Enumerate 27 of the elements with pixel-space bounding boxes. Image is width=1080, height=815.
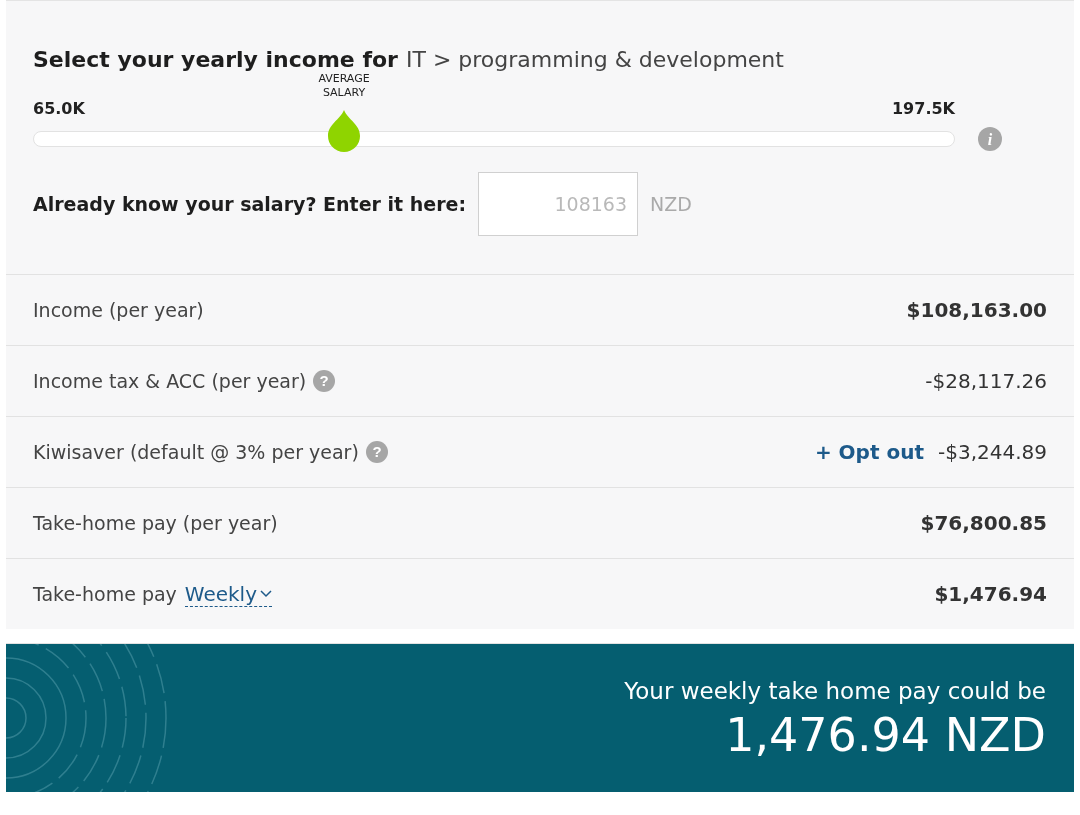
chevron-down-icon <box>260 589 272 598</box>
row-value: -$3,244.89 <box>938 439 1047 466</box>
info-icon[interactable]: i <box>977 126 1003 152</box>
min-label: 65.0K <box>33 98 85 120</box>
row-label: Income (per year) <box>33 297 204 323</box>
slider-thumb[interactable] <box>326 108 363 154</box>
opt-out-link[interactable]: + Opt out <box>814 437 924 467</box>
heading-category: IT > programming & development <box>405 46 784 74</box>
row-value: $108,163.00 <box>906 297 1047 324</box>
currency-unit: NZD <box>650 191 692 217</box>
period-dropdown[interactable]: Weekly <box>184 581 272 607</box>
salary-field[interactable]: 108163 <box>478 172 639 236</box>
help-icon[interactable]: ? <box>312 369 337 393</box>
row-value: -$28,117.26 <box>925 368 1047 395</box>
row-value: $1,476.94 <box>934 581 1047 608</box>
row-label: Take-home pay <box>33 581 177 607</box>
salary-label: Already know your salary? Enter it here: <box>33 191 467 217</box>
row-value: $76,800.85 <box>920 510 1047 537</box>
row-label: Kiwisaver (default @ 3% per year) <box>33 439 359 465</box>
banner-caption: Your weekly take home pay could be <box>624 676 1046 706</box>
heading-title: Select your yearly income for <box>33 46 398 74</box>
help-icon[interactable]: ? <box>364 440 389 464</box>
banner-amount: 1,476.94 NZD <box>725 708 1046 763</box>
max-label: 197.5K <box>892 98 955 120</box>
row-label: Income tax & ACC (per year) <box>33 368 307 394</box>
marker-label: AVERAGE SALARY <box>317 72 371 100</box>
row-label: Take-home pay (per year) <box>33 510 278 536</box>
